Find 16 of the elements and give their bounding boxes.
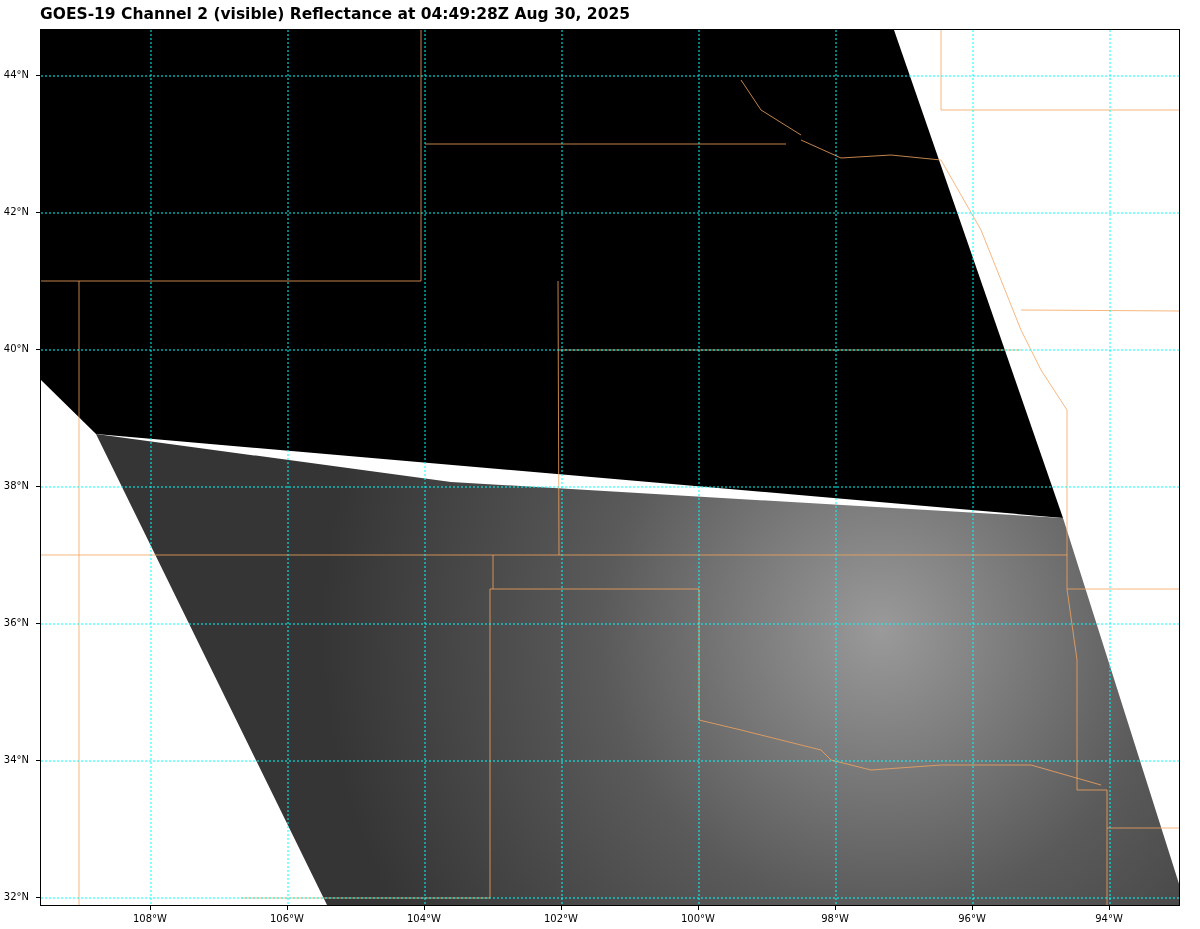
latitude-label: 32°N xyxy=(3,890,29,904)
latitude-label: 34°N xyxy=(3,753,29,767)
latitude-label: 38°N xyxy=(3,479,29,493)
longitude-label: 102°W xyxy=(544,912,578,926)
longitude-label: 106°W xyxy=(270,912,304,926)
longitude-label: 104°W xyxy=(407,912,441,926)
longitude-label: 94°W xyxy=(1095,912,1123,926)
longitude-label: 98°W xyxy=(821,912,849,926)
longitude-label: 108°W xyxy=(133,912,167,926)
latitude-label: 44°N xyxy=(3,68,29,82)
longitude-label: 100°W xyxy=(681,912,715,926)
latitude-label: 42°N xyxy=(3,205,29,219)
latitude-label: 36°N xyxy=(3,616,29,630)
longitude-label: 96°W xyxy=(958,912,986,926)
chart-title: GOES-19 Channel 2 (visible) Reflectance at 04:49:28Z Aug 30, 2025 xyxy=(40,3,630,25)
latitude-label: 40°N xyxy=(3,342,29,356)
